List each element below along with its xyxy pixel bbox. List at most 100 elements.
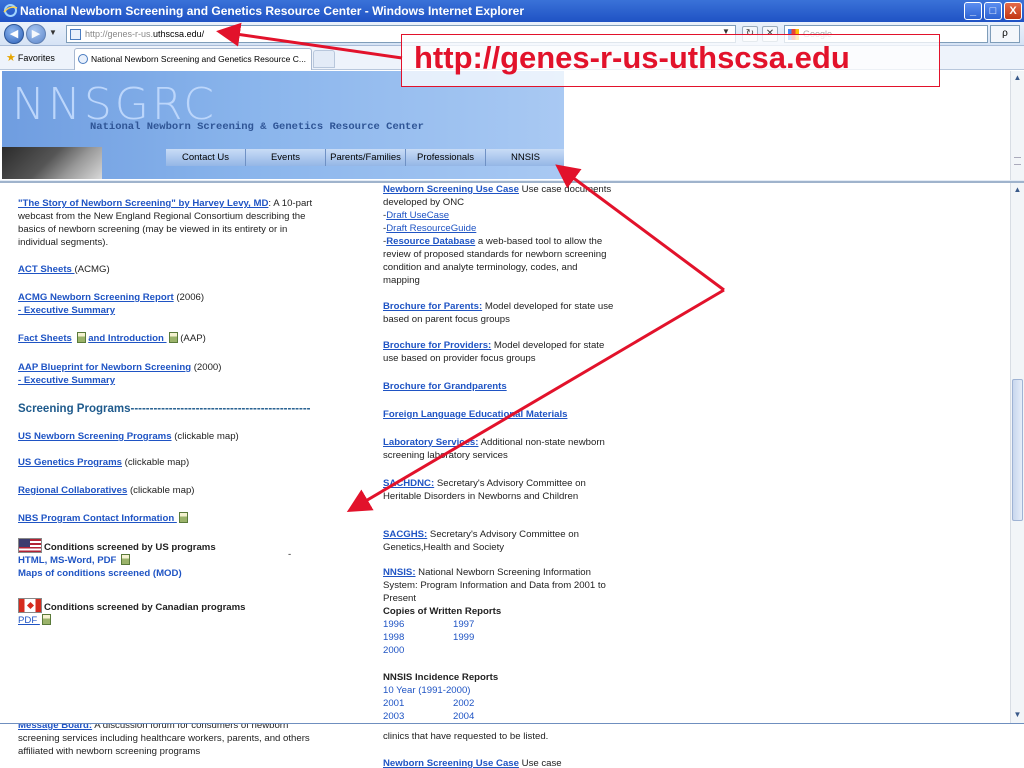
- brochure-grandparents-link[interactable]: Brochure for Grandparents: [383, 381, 507, 392]
- favorites-button[interactable]: ★ Favorites: [6, 51, 55, 64]
- ca-pdf-link[interactable]: PDF: [18, 615, 40, 626]
- content-scrollbar[interactable]: ▲ ▼: [1010, 183, 1024, 723]
- back-icon[interactable]: ◀: [4, 24, 24, 44]
- clinics-text: clinics that have requested to be listed…: [383, 731, 549, 742]
- pdf-icon: [41, 614, 51, 625]
- year-link[interactable]: 2000: [383, 645, 404, 656]
- grandparents-item: Brochure for Grandparents: [383, 380, 615, 393]
- ie-logo-icon: [3, 4, 18, 17]
- dash-mark: -: [288, 549, 292, 560]
- year-link[interactable]: 1998: [383, 631, 453, 644]
- us-conditions-item: Conditions screened by US programs HTML,…: [18, 538, 318, 580]
- lab-services-link[interactable]: Laboratory Services:: [383, 437, 478, 448]
- message-board-link[interactable]: Message Board:: [18, 724, 92, 731]
- year-link[interactable]: 1999: [453, 632, 474, 643]
- top-frame-scrollbar[interactable]: ▲: [1010, 71, 1024, 181]
- copies-reports-label: Copies of Written Reports: [383, 606, 502, 617]
- us-genetics-programs-link[interactable]: US Genetics Programs: [18, 457, 122, 468]
- us-nbs-programs-link[interactable]: US Newborn Screening Programs: [18, 431, 172, 442]
- acmg-year: (2006): [173, 292, 205, 303]
- aap-blueprint-link[interactable]: AAP Blueprint for Newborn Screening: [18, 362, 191, 373]
- nnsis-item: NNSIS: National Newborn Screening Inform…: [383, 566, 615, 618]
- sacghs-link[interactable]: SACGHS:: [383, 529, 427, 540]
- site-subtitle: National Newborn Screening & Genetics Re…: [90, 121, 424, 133]
- minimize-button[interactable]: _: [964, 2, 982, 20]
- menu-events[interactable]: Events: [246, 149, 326, 166]
- brochure-parents-link[interactable]: Brochure for Parents:: [383, 301, 482, 312]
- ten-year-link[interactable]: 10 Year (1991-2000): [383, 685, 470, 696]
- scroll-thumb[interactable]: [1012, 379, 1023, 521]
- canada-flag-icon: [18, 598, 42, 613]
- year-link[interactable]: 1996: [383, 618, 453, 631]
- introduction-link[interactable]: and Introduction: [88, 333, 166, 344]
- screen: National Newborn Screening and Genetics …: [0, 0, 1024, 768]
- us-flag-icon: [18, 538, 42, 553]
- story-link[interactable]: "The Story of Newborn Screening" by Harv…: [18, 198, 268, 209]
- forward-icon[interactable]: ▶: [26, 24, 46, 44]
- draft-resourceguide-link[interactable]: Draft ResourceGuide: [386, 223, 476, 234]
- search-button[interactable]: ρ: [990, 25, 1020, 43]
- bottom-usecase-item: Newborn Screening Use Case Use case: [383, 757, 623, 768]
- resource-database-link[interactable]: Resource Database: [386, 236, 475, 247]
- address-host: uthscsa.edu/: [153, 29, 205, 39]
- menu-contact-us[interactable]: Contact Us: [166, 149, 246, 166]
- act-item: ACT Sheets (ACMG): [18, 263, 318, 276]
- act-sheets-link[interactable]: ACT Sheets: [18, 264, 75, 275]
- scroll-grip[interactable]: [1014, 157, 1021, 165]
- sachdnc-link[interactable]: SACHDNC:: [383, 478, 434, 489]
- menu-professionals[interactable]: Professionals: [406, 149, 486, 166]
- regional-item: Regional Collaboratives (clickable map): [18, 484, 318, 497]
- scroll-up-icon[interactable]: ▲: [1012, 73, 1023, 84]
- window-title: National Newborn Screening and Genetics …: [20, 4, 524, 18]
- usecase-link[interactable]: Newborn Screening Use Case: [383, 184, 519, 195]
- fact-item: Fact Sheets and Introduction (AAP): [18, 332, 318, 345]
- acmg-report-link[interactable]: ACMG Newborn Screening Report: [18, 292, 174, 303]
- draft-usecase-link[interactable]: Draft UseCase: [386, 210, 449, 221]
- incidence-year-link[interactable]: 2002: [453, 698, 474, 709]
- pdf-icon: [121, 554, 131, 565]
- tab-ie-icon: [78, 54, 88, 64]
- foreign-language-item: Foreign Language Educational Materials: [383, 408, 615, 421]
- maps-conditions-link[interactable]: Maps of conditions screened (MOD): [18, 568, 182, 579]
- bottom-usecase-link[interactable]: Newborn Screening Use Case: [383, 758, 519, 768]
- scroll-up-icon[interactable]: ▲: [1012, 185, 1023, 196]
- search-icon: ρ: [1002, 28, 1008, 39]
- aap-year: (2000): [191, 362, 222, 373]
- us-genetics-item: US Genetics Programs (clickable map): [18, 456, 318, 469]
- menu-parents-families[interactable]: Parents/Families: [326, 149, 406, 166]
- foreign-language-link[interactable]: Foreign Language Educational Materials: [383, 409, 567, 420]
- acmg-exec-summary-link[interactable]: - Executive Summary: [18, 305, 115, 316]
- nbs-contact-info-link[interactable]: NBS Program Contact Information: [18, 513, 177, 524]
- history-dropdown-icon[interactable]: ▼: [49, 28, 57, 37]
- url-callout-text: http://genes-r-us-uthscsa.edu: [414, 40, 850, 75]
- background-page-fragment: Message Board: A discussion forum for co…: [0, 723, 1024, 768]
- aap-item: AAP Blueprint for Newborn Screening (200…: [18, 361, 318, 387]
- incidence-reports: NNSIS Incidence Reports 10 Year (1991-20…: [383, 671, 583, 723]
- bottom-usecase-text: Use case: [518, 758, 562, 768]
- nnsis-link[interactable]: NNSIS:: [383, 567, 416, 578]
- address-prefix: http://genes-r-us.: [85, 29, 154, 39]
- scroll-down-icon[interactable]: ▼: [1012, 710, 1023, 721]
- us-genetics-text: (clickable map): [121, 457, 190, 468]
- incidence-year-link[interactable]: 2001: [383, 697, 453, 710]
- menu-nnsis[interactable]: NNSIS: [486, 149, 564, 166]
- incidence-year-link[interactable]: 2003: [383, 710, 453, 723]
- new-tab-button[interactable]: [313, 50, 335, 68]
- year-link[interactable]: 1997: [453, 619, 474, 630]
- browser-tab[interactable]: National Newborn Screening and Genetics …: [74, 48, 312, 70]
- aap-exec-summary-link[interactable]: - Executive Summary: [18, 375, 115, 386]
- fact-sheets-link[interactable]: Fact Sheets: [18, 333, 72, 344]
- regional-text: (clickable map): [127, 485, 195, 496]
- window-titlebar: National Newborn Screening and Genetics …: [0, 0, 1024, 22]
- banner-photo: [2, 147, 102, 179]
- url-callout-box: http://genes-r-us-uthscsa.edu: [401, 34, 940, 87]
- regional-collaboratives-link[interactable]: Regional Collaboratives: [18, 485, 127, 496]
- ca-conditions-item: Conditions screened by Canadian programs…: [18, 598, 318, 627]
- incidence-year-link[interactable]: 2004: [453, 711, 474, 722]
- pdf-icon: [178, 512, 188, 523]
- close-button[interactable]: X: [1004, 2, 1022, 20]
- brochure-providers-link[interactable]: Brochure for Providers:: [383, 340, 491, 351]
- message-board-item: Message Board: A discussion forum for co…: [18, 724, 318, 758]
- restore-button[interactable]: □: [984, 2, 1002, 20]
- us-formats-links[interactable]: HTML, MS-Word, PDF: [18, 555, 119, 566]
